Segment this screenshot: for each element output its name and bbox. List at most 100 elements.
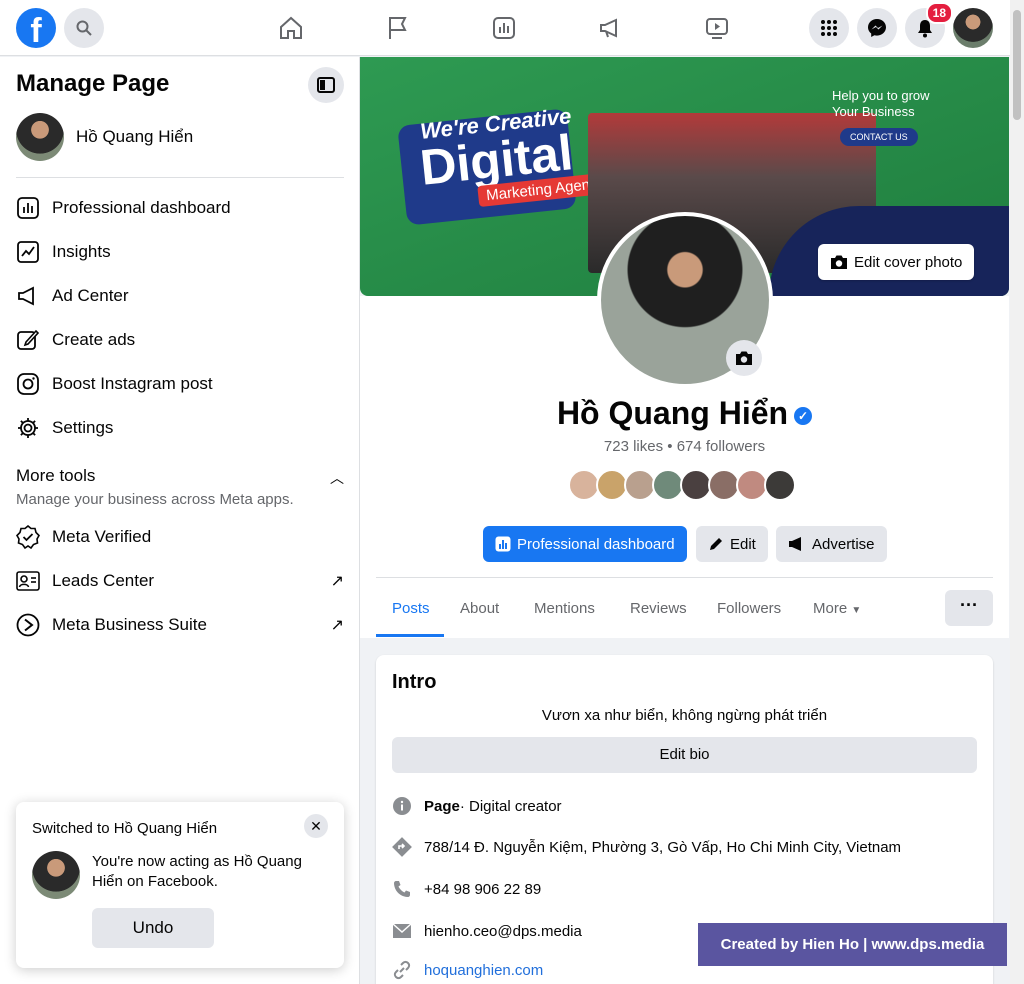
watermark-banner: Created by Hien Ho | www.dps.media xyxy=(698,923,1007,966)
external-link-icon: ↗ xyxy=(330,573,344,590)
undo-button[interactable]: Undo xyxy=(92,908,214,948)
top-navigation-bar: f 18 xyxy=(0,0,1024,56)
avatar xyxy=(32,851,80,899)
pencil-icon xyxy=(710,538,722,550)
tab-about[interactable]: About xyxy=(460,600,499,617)
page-title: Hồ Quang Hiển ✓ xyxy=(0,395,1009,432)
sidebar-item-label: Leads Center xyxy=(52,571,155,590)
flag-icon xyxy=(389,17,407,39)
website-link[interactable]: hoquanghien.com xyxy=(424,962,543,979)
megaphone-icon xyxy=(600,18,617,38)
sidebar-item-label: Insights xyxy=(52,242,111,261)
video-icon xyxy=(706,18,728,39)
home-nav-button[interactable] xyxy=(275,12,307,44)
collapse-sidebar-button[interactable] xyxy=(308,67,344,103)
verified-check-icon: ✓ xyxy=(794,406,813,425)
avatar xyxy=(764,469,796,501)
avatar xyxy=(16,113,64,161)
more-options-button[interactable]: ··· xyxy=(945,590,993,626)
tab-more[interactable]: More ▼ xyxy=(813,600,861,617)
page-scrollbar[interactable] xyxy=(1010,0,1024,984)
sidebar-title: Manage Page xyxy=(16,70,170,97)
sidebar-item-label: Professional dashboard xyxy=(52,198,231,217)
menu-button[interactable] xyxy=(809,8,849,48)
camera-icon xyxy=(736,351,752,365)
category-label: Page xyxy=(424,797,460,815)
sidebar-item-label: Meta Business Suite xyxy=(52,615,207,634)
toast-message: You're now acting as Hồ Quang Hiển on Fa… xyxy=(92,853,302,890)
ads-nav-button[interactable] xyxy=(595,12,627,44)
megaphone-icon xyxy=(14,282,42,310)
search-icon xyxy=(76,20,92,36)
search-button[interactable] xyxy=(64,8,104,48)
sidebar-item-create-ads[interactable]: Create ads xyxy=(14,322,344,358)
sidebar-item-ad-center[interactable]: Ad Center xyxy=(14,278,344,314)
tab-followers[interactable]: Followers xyxy=(717,600,781,617)
follower-avatars[interactable] xyxy=(568,469,796,501)
sidebar-panel-icon xyxy=(317,77,335,93)
external-link-icon: ↗ xyxy=(330,617,344,634)
sidebar-item-meta-business-suite[interactable]: Meta Business Suite ↗ xyxy=(14,607,344,643)
advertise-button[interactable]: Advertise xyxy=(776,526,887,562)
switch-profile-toast: Switched to Hồ Quang Hiển ✕ You're now a… xyxy=(16,802,344,968)
address-text: 788/14 Đ. Nguyễn Kiệm, Phường 3, Gò Vấp,… xyxy=(424,838,902,856)
edit-cover-label: Edit cover photo xyxy=(854,253,963,271)
envelope-icon xyxy=(392,921,412,941)
button-label: Advertise xyxy=(812,535,875,553)
info-icon xyxy=(392,796,412,816)
instagram-icon xyxy=(14,370,42,398)
bio-text: Vươn xa như biển, không ngừng phát triển xyxy=(541,707,828,724)
dashboard-icon xyxy=(14,194,42,222)
sidebar-item-leads-center[interactable]: Leads Center ↗ xyxy=(14,563,344,599)
insights-icon xyxy=(14,238,42,266)
toast-title: Switched to Hồ Quang Hiển xyxy=(32,820,218,837)
info-email: hienho.ceo@dps.media xyxy=(392,920,582,942)
video-nav-button[interactable] xyxy=(701,12,733,44)
tab-posts[interactable]: Posts xyxy=(392,600,430,617)
page-stats[interactable]: 723 likes • 674 followers xyxy=(360,438,1009,455)
cover-contact-badge: CONTACT US xyxy=(840,128,918,146)
caret-down-icon: ▼ xyxy=(851,605,862,616)
professional-dashboard-button[interactable]: Professional dashboard xyxy=(483,526,687,562)
pencil-square-icon xyxy=(14,326,42,354)
sidebar-item-label: Create ads xyxy=(52,330,136,349)
edit-cover-photo-button[interactable]: Edit cover photo xyxy=(818,244,975,280)
home-icon xyxy=(280,16,302,39)
chevron-up-icon[interactable]: ︿ xyxy=(330,468,344,488)
dashboard-nav-button[interactable] xyxy=(488,12,520,44)
info-category: Page · Digital creator xyxy=(392,795,562,817)
sidebar-item-meta-verified[interactable]: Meta Verified xyxy=(14,519,344,555)
sidebar-item-professional-dashboard[interactable]: Professional dashboard xyxy=(14,190,344,226)
tab-mentions[interactable]: Mentions xyxy=(534,600,595,617)
sidebar-item-label: Ad Center xyxy=(52,286,129,305)
update-profile-picture-button[interactable] xyxy=(726,340,762,376)
facebook-logo-icon[interactable]: f xyxy=(16,8,56,48)
messenger-button[interactable] xyxy=(857,8,897,48)
more-tools-heading[interactable]: More tools xyxy=(16,466,95,486)
dashboard-icon xyxy=(495,536,511,552)
info-phone: +84 98 906 22 89 xyxy=(392,878,541,900)
category-value: · Digital creator xyxy=(459,797,562,815)
close-icon[interactable]: ✕ xyxy=(304,814,328,838)
notification-badge: 18 xyxy=(925,2,953,24)
pages-nav-button[interactable] xyxy=(382,12,414,44)
sidebar-item-label: Meta Verified xyxy=(52,527,152,546)
tab-reviews[interactable]: Reviews xyxy=(630,600,687,617)
edit-bio-button[interactable]: Edit bio xyxy=(392,737,977,773)
sidebar-item-insights[interactable]: Insights xyxy=(14,234,344,270)
cover-help-text: Help you to grow Your Business xyxy=(832,88,930,119)
messenger-icon xyxy=(868,19,886,37)
grid-menu-icon xyxy=(821,20,837,36)
megaphone-icon xyxy=(789,537,801,551)
phone-icon xyxy=(392,879,412,899)
scrollbar-thumb[interactable] xyxy=(1013,10,1021,120)
business-suite-icon xyxy=(14,611,42,639)
active-tab-indicator xyxy=(376,634,444,637)
edit-button[interactable]: Edit xyxy=(696,526,768,562)
notifications-button[interactable]: 18 xyxy=(905,2,953,48)
button-label: Professional dashboard xyxy=(517,535,675,553)
sidebar-profile[interactable]: Hồ Quang Hiển xyxy=(16,112,193,162)
account-avatar[interactable] xyxy=(953,8,993,48)
more-tools-subtitle: Manage your business across Meta apps. xyxy=(16,491,294,508)
link-icon xyxy=(392,960,412,980)
